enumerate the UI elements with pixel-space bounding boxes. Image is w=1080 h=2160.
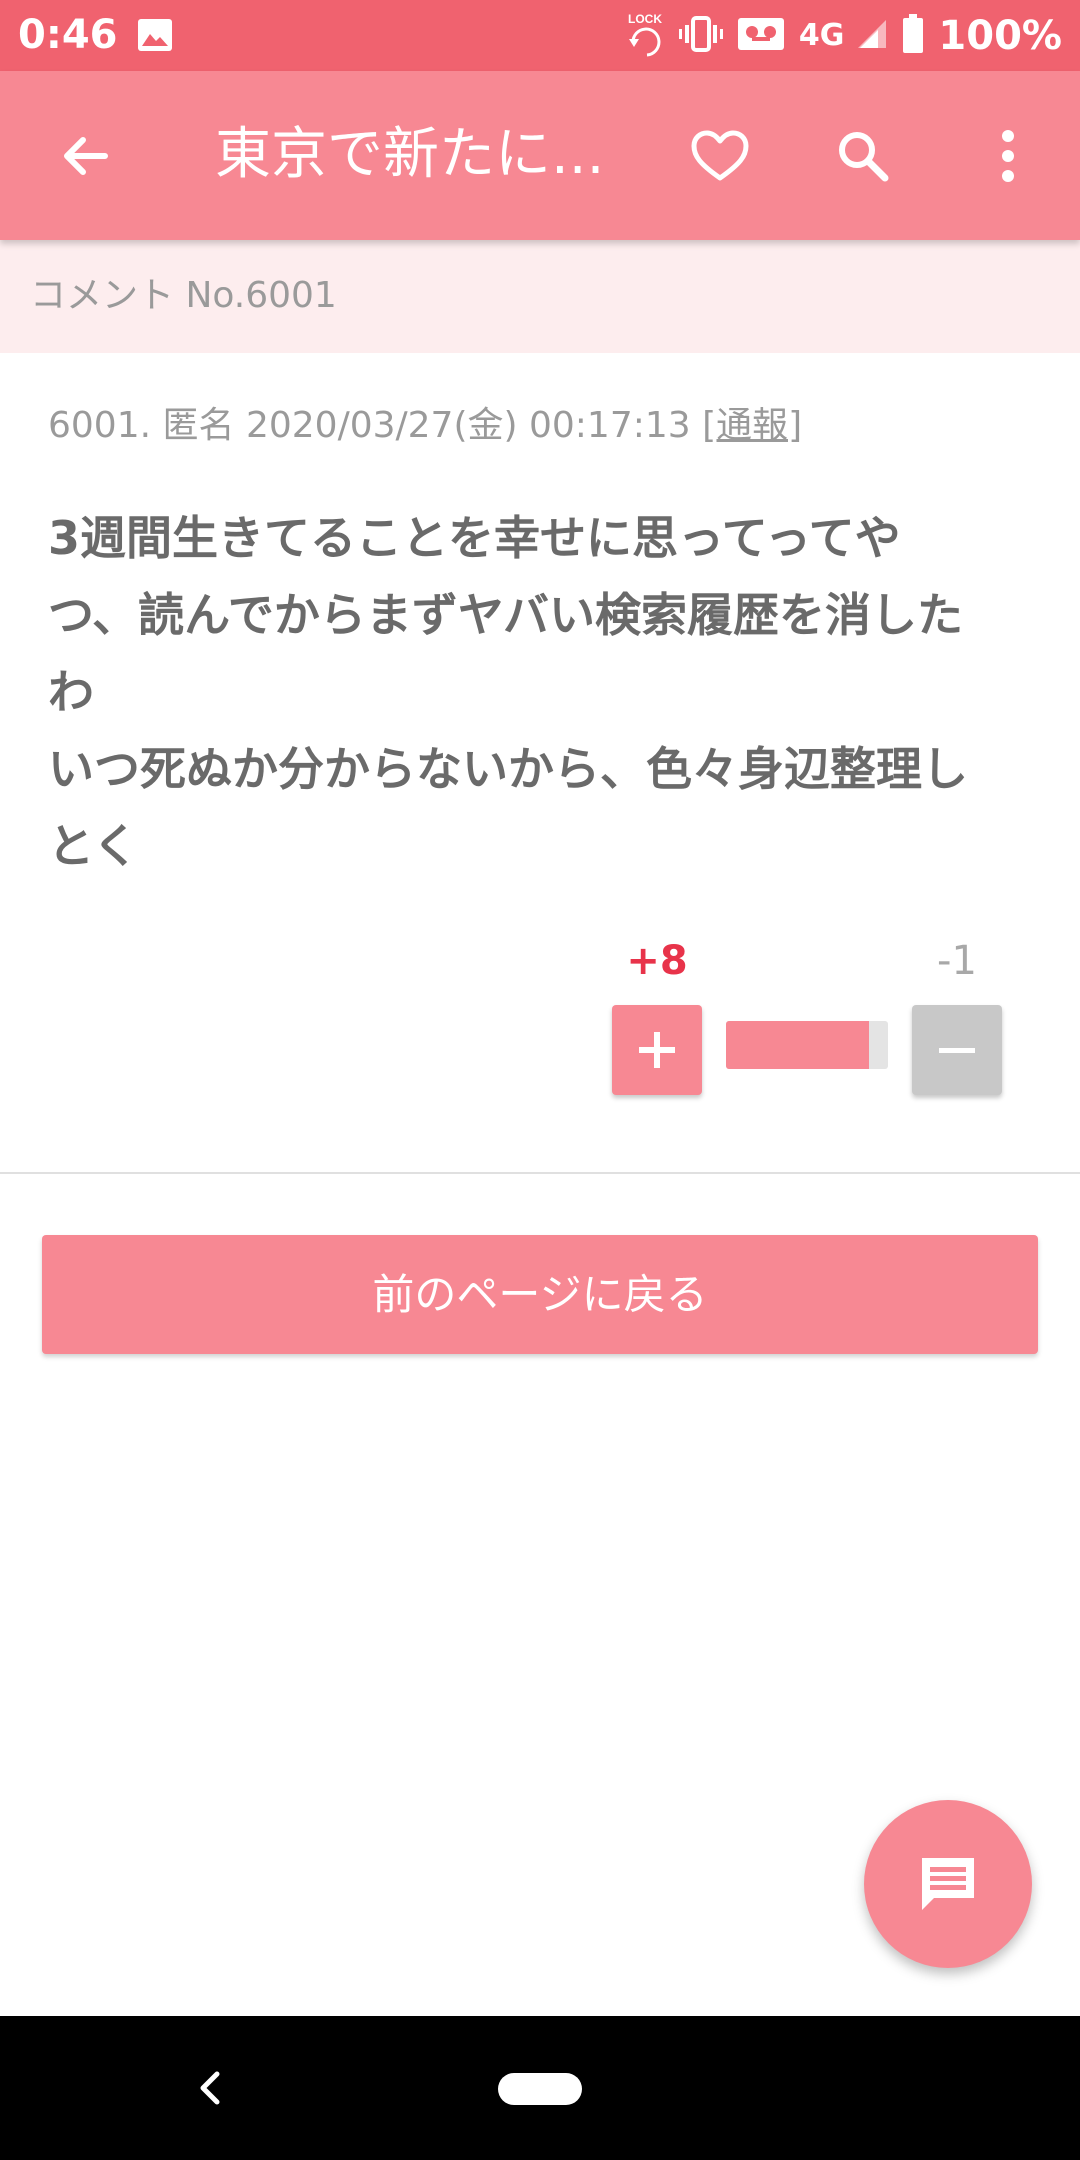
voicemail-icon	[737, 17, 785, 55]
prev-page-button[interactable]: 前のページに戻る	[42, 1235, 1038, 1354]
heart-icon	[691, 130, 749, 181]
minus-icon	[939, 1048, 975, 1053]
plus-vote-button[interactable]	[612, 1005, 702, 1095]
screen: 0:46 LOCK 4G 100% 東京で新たに... コメント No.6001…	[0, 0, 1080, 2160]
search-button[interactable]	[823, 116, 903, 196]
comment-number-label: コメント No.6001	[30, 275, 337, 316]
comment-line: とく	[48, 819, 139, 873]
plus-vote-count: +8	[626, 938, 688, 984]
chevron-left-icon	[200, 2071, 220, 2105]
nav-back-button[interactable]	[180, 2056, 240, 2120]
app-bar: 東京で新たに...	[0, 71, 1080, 240]
status-time: 0:46	[18, 12, 118, 58]
battery-percent: 100%	[938, 12, 1062, 59]
report-link[interactable]: [通報]	[702, 405, 802, 446]
comment-line: わ	[48, 665, 94, 719]
comment-number-header: コメント No.6001	[0, 240, 1080, 353]
status-bar: 0:46 LOCK 4G 100%	[0, 0, 1080, 71]
comment-icon	[922, 1858, 974, 1910]
vote-ratio-bar	[726, 1021, 888, 1069]
more-options-button[interactable]	[968, 116, 1048, 196]
comment-fab-button[interactable]	[864, 1800, 1032, 1968]
vibrate-icon	[678, 14, 723, 58]
signal-icon	[858, 18, 888, 54]
status-icons: LOCK 4G 100%	[625, 0, 1062, 71]
favorite-button[interactable]	[680, 116, 760, 196]
comment-body: 3週間生きてることを幸せに思ってってや つ、読んでからまずヤバい検索履歴を消した…	[48, 500, 1028, 885]
nav-home-pill[interactable]	[498, 2073, 582, 2105]
comment-line: 3週間生きてることを幸せに思ってってや	[48, 511, 901, 565]
plus-icon	[639, 1032, 675, 1068]
back-button[interactable]	[45, 116, 125, 196]
search-icon	[839, 132, 889, 182]
minus-vote-count: -1	[937, 938, 977, 984]
vote-ratio-fill	[726, 1021, 869, 1069]
svg-text:LOCK: LOCK	[628, 12, 662, 26]
page-title: 東京で新たに...	[215, 122, 605, 187]
battery-icon	[902, 13, 924, 58]
comment-line: いつ死ぬか分からないから、色々身辺整理し	[48, 742, 968, 796]
network-type: 4G	[798, 18, 845, 53]
more-vert-icon	[1002, 130, 1014, 182]
image-icon	[137, 18, 173, 52]
comment-meta: 6001. 匿名 2020/03/27(金) 00:17:13 [通報]	[48, 400, 802, 452]
divider	[0, 1172, 1080, 1174]
comment-line: つ、読んでからまずヤバい検索履歴を消した	[48, 588, 963, 642]
minus-vote-button[interactable]	[912, 1005, 1002, 1095]
back-arrow-icon	[64, 137, 108, 175]
comment-meta-text: 6001. 匿名 2020/03/27(金) 00:17:13	[48, 405, 703, 446]
lock-rotation-icon: LOCK	[625, 9, 665, 63]
